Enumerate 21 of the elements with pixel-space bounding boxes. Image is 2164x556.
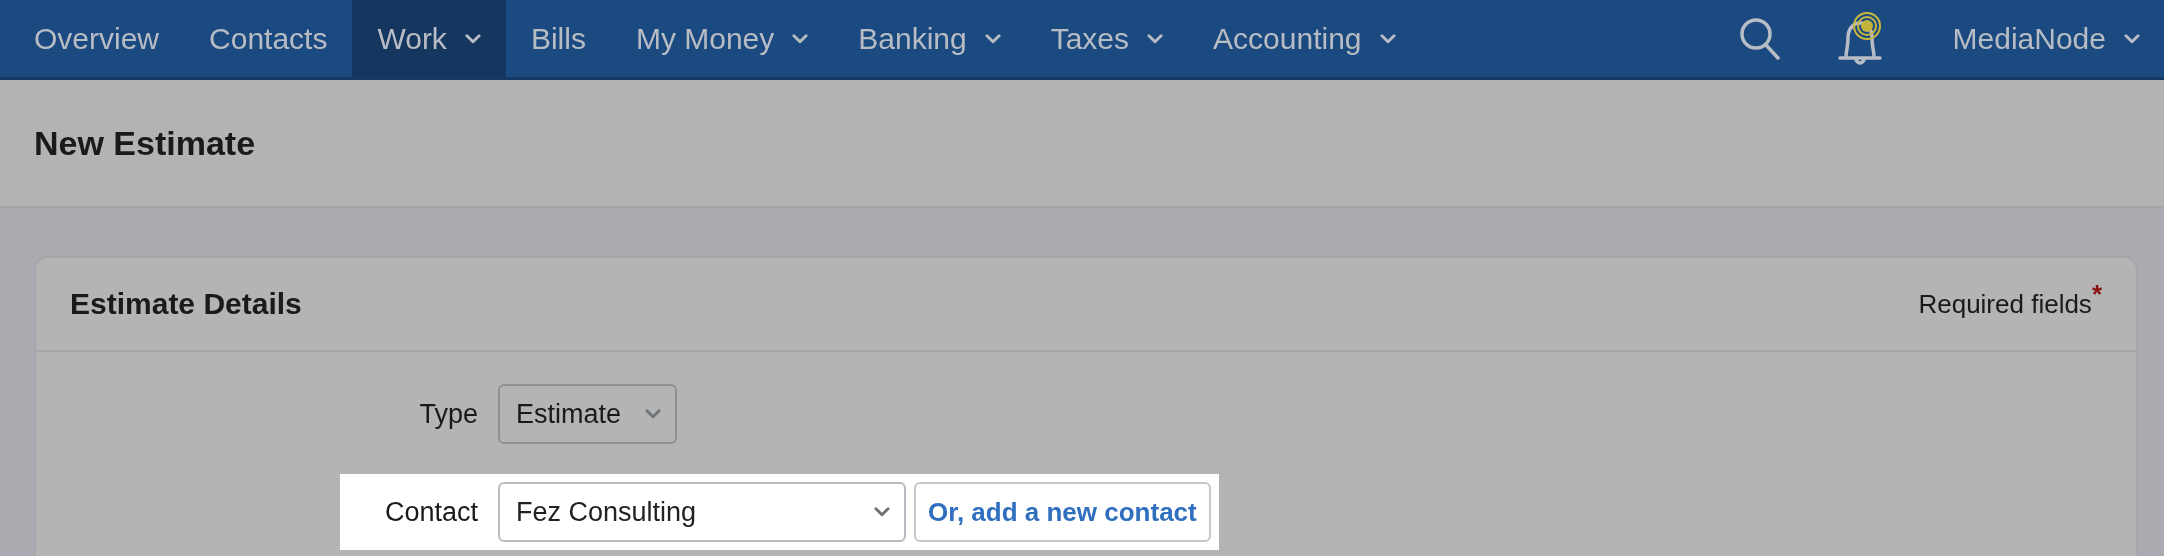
- chevron-icon: [645, 409, 662, 419]
- nav-tab[interactable]: Overview: [0, 0, 185, 77]
- required-note: Required fields: [1918, 288, 2092, 320]
- add-contact-button[interactable]: Or, add a new contact: [914, 482, 1211, 542]
- page-title: New Estimate: [34, 123, 256, 163]
- nav-tab[interactable]: Banking: [833, 0, 1026, 77]
- required-mark: *: [2091, 280, 2102, 307]
- search-icon[interactable]: [1737, 15, 1782, 62]
- nav-tab[interactable]: Bills: [505, 0, 611, 77]
- nav-tab[interactable]: My Money: [610, 0, 834, 77]
- select-field[interactable]: Fez Consulting: [498, 482, 906, 542]
- account-menu[interactable]: MediaNode: [1927, 0, 2164, 77]
- card-title: Estimate Details: [70, 287, 302, 321]
- nav-tab[interactable]: Accounting: [1188, 0, 1421, 77]
- chevron-icon: [874, 507, 890, 517]
- nav-tab[interactable]: Taxes: [1025, 0, 1189, 77]
- field-label: Contact: [383, 496, 479, 528]
- select-field[interactable]: Estimate: [498, 384, 678, 444]
- nav-tab[interactable]: Work: [352, 0, 506, 77]
- nav-tab[interactable]: Contacts: [184, 0, 353, 77]
- field-label: Type: [418, 398, 479, 430]
